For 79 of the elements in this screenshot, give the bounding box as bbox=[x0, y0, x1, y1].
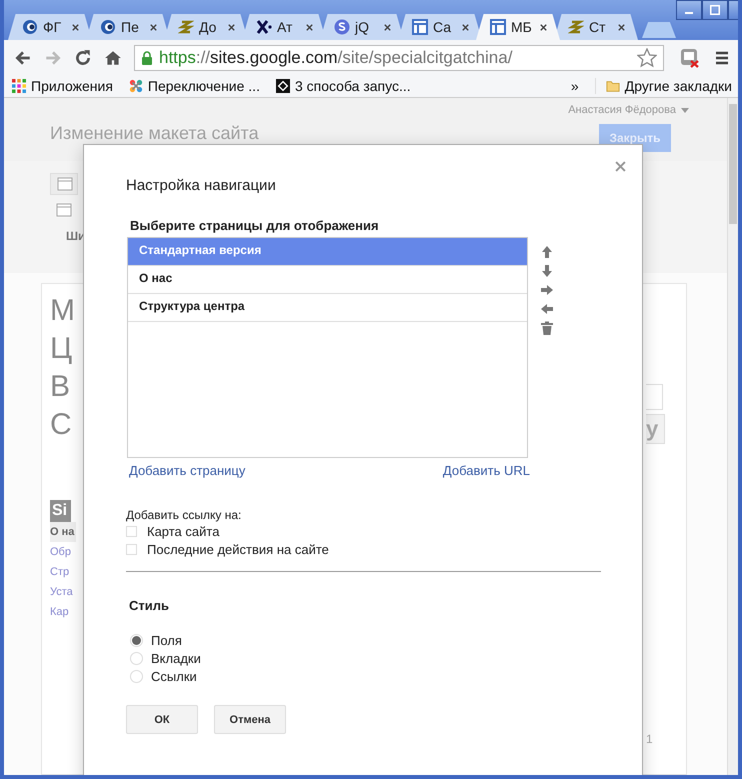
s-circle-icon bbox=[334, 19, 350, 35]
maximize-button[interactable] bbox=[702, 0, 728, 20]
close-icon[interactable] bbox=[617, 22, 626, 32]
globe-icon bbox=[22, 19, 38, 35]
footer-fragment: 1 bbox=[646, 732, 653, 746]
trash-icon[interactable] bbox=[540, 321, 554, 335]
cancel-button[interactable]: Отмена bbox=[214, 705, 286, 734]
radio-button[interactable] bbox=[130, 652, 143, 664]
spiral-icon bbox=[568, 19, 584, 35]
layout-icon bbox=[490, 19, 506, 35]
padlock-icon bbox=[141, 50, 153, 64]
sidebar-title-fragment: Si bbox=[50, 500, 72, 522]
radio-label: Вкладки bbox=[151, 650, 201, 666]
section-label: Стиль bbox=[129, 598, 170, 613]
checkbox[interactable] bbox=[126, 526, 137, 536]
globe-icon bbox=[100, 19, 116, 35]
restore-icon bbox=[710, 5, 720, 15]
radio-label: Ссылки bbox=[151, 668, 197, 684]
caret-icon bbox=[681, 108, 689, 112]
close-icon[interactable] bbox=[539, 22, 548, 32]
browser-tab[interactable]: МБ bbox=[476, 14, 560, 40]
ok-button[interactable]: ОК bbox=[126, 705, 198, 734]
page-title: Изменение макета сайта bbox=[50, 123, 259, 145]
layout-icon bbox=[412, 19, 428, 35]
checkbox-label: Карта сайта bbox=[147, 524, 220, 538]
menu-icon[interactable] bbox=[714, 50, 730, 66]
flower-icon bbox=[128, 79, 143, 93]
minimize-icon bbox=[685, 12, 693, 14]
spiral-icon bbox=[178, 19, 194, 35]
extension-icon[interactable] bbox=[680, 48, 700, 68]
close-icon[interactable] bbox=[227, 22, 236, 32]
minimize-button[interactable] bbox=[676, 0, 702, 20]
close-icon[interactable] bbox=[305, 22, 314, 32]
add-page-link[interactable]: Добавить страницу bbox=[129, 463, 246, 478]
heading-fragment: Ц bbox=[50, 331, 72, 367]
close-icon[interactable] bbox=[149, 22, 158, 32]
bookmark-folder[interactable]: Другие закладки bbox=[594, 78, 732, 94]
star-icon[interactable] bbox=[637, 48, 657, 68]
text-field[interactable] bbox=[646, 384, 663, 410]
layout-option-button[interactable] bbox=[50, 173, 78, 195]
bookmark-item[interactable]: Переключение ... bbox=[128, 78, 260, 94]
bookmark-item[interactable]: Приложения bbox=[12, 78, 113, 94]
radio-button[interactable] bbox=[130, 634, 143, 646]
bookmark-item[interactable]: 3 способа запус... bbox=[276, 78, 411, 94]
section-label: Выберите страницы для отображения bbox=[130, 218, 380, 233]
dialog-title: Настройка навигации bbox=[126, 177, 277, 194]
section-label: Добавить ссылку на: bbox=[126, 508, 242, 522]
url-text: https://sites.google.com/site/specialcitgatchina/ bbox=[159, 48, 514, 68]
arrow-left-icon[interactable] bbox=[540, 302, 554, 316]
folder-icon bbox=[606, 79, 620, 93]
close-icon[interactable] bbox=[71, 22, 80, 32]
heading-fragment: С bbox=[50, 407, 72, 443]
home-icon[interactable] bbox=[104, 48, 122, 66]
grid-icon bbox=[12, 79, 26, 93]
x-letter-icon bbox=[256, 19, 272, 35]
radio-button[interactable] bbox=[130, 670, 143, 682]
close-icon[interactable] bbox=[461, 22, 470, 32]
arrow-down-icon[interactable] bbox=[540, 264, 554, 278]
layout-icon bbox=[57, 177, 73, 191]
arrow-right-icon[interactable] bbox=[540, 283, 554, 297]
heading-fragment: В bbox=[50, 369, 70, 405]
address-field[interactable]: https://sites.google.com/site/specialcitgatchina/ bbox=[134, 44, 664, 70]
checkbox[interactable] bbox=[126, 544, 137, 554]
sidebar-link[interactable]: О на bbox=[50, 522, 76, 542]
page-list-item[interactable]: Структура центра bbox=[128, 294, 527, 322]
arrow-up-icon[interactable] bbox=[540, 245, 554, 259]
code-icon bbox=[276, 79, 290, 93]
checkbox-label: Последние действия на сайте bbox=[147, 542, 329, 556]
heading-fragment: М bbox=[50, 293, 75, 329]
add-url-link[interactable]: Добавить URL bbox=[442, 463, 530, 478]
radio-label: Поля bbox=[151, 632, 182, 648]
layout-icon bbox=[56, 203, 72, 217]
back-icon[interactable] bbox=[14, 48, 32, 66]
page-list-item[interactable]: О нас bbox=[128, 266, 527, 294]
scrollbar[interactable] bbox=[727, 98, 738, 775]
reload-icon[interactable] bbox=[74, 48, 92, 66]
close-icon[interactable] bbox=[383, 22, 392, 32]
more-bookmarks-button[interactable]: » bbox=[570, 78, 579, 94]
scrollbar-thumb[interactable] bbox=[729, 104, 737, 224]
